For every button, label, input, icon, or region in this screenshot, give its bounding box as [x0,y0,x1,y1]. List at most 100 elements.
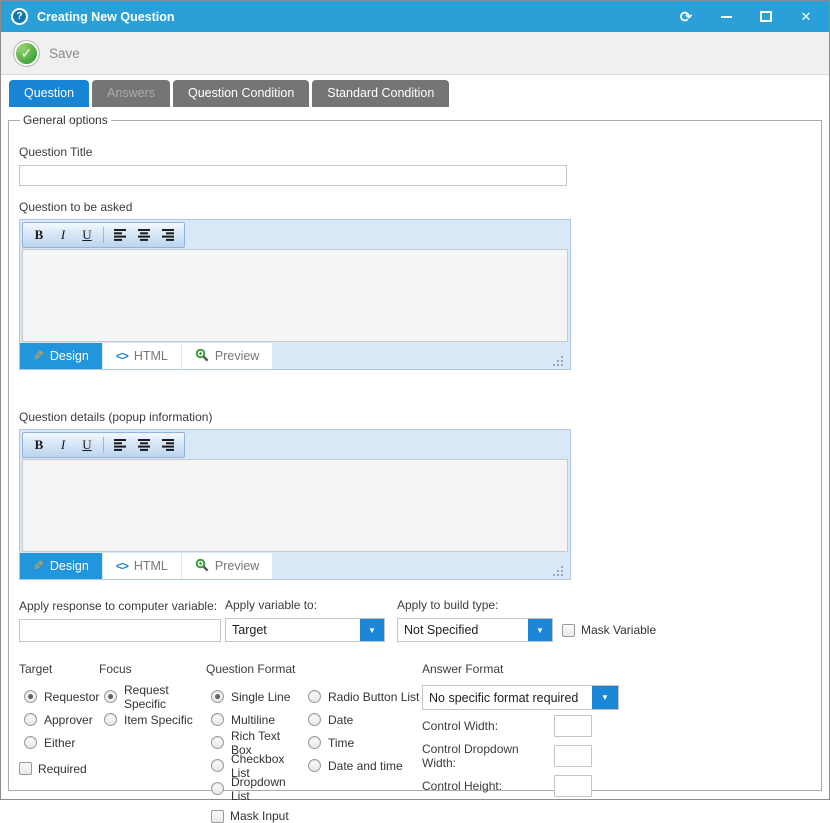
radio-approver[interactable]: Approver [24,708,99,731]
apply-variable-dropdown[interactable]: Target ▼ [225,618,385,642]
chevron-down-icon[interactable]: ▼ [528,619,552,641]
radio-time[interactable]: Time [308,731,422,754]
question-format-group: Question Format Single Line Multiline [206,662,422,823]
window-title: Creating New Question [37,10,175,24]
answer-format-label: Answer Format [422,662,811,676]
radio-icon [24,690,37,703]
details-editor-footer: ✎ Design <> HTML Preview [20,553,570,579]
underline-icon[interactable]: U [76,226,98,245]
align-center-icon[interactable] [133,226,155,245]
resize-grip[interactable] [553,355,564,366]
answer-format-dropdown[interactable]: No specific format required ▼ [422,685,619,710]
tab-standard-condition[interactable]: Standard Condition [312,80,449,107]
minimize-button[interactable] [713,6,739,28]
radio-dropdown-list[interactable]: Dropdown List [211,777,303,800]
align-right-icon[interactable] [157,226,179,245]
radio-date-and-time[interactable]: Date and time [308,754,422,777]
question-title-input[interactable] [19,165,567,186]
chevron-down-icon[interactable]: ▼ [592,686,618,709]
details-editor-toolbar: B I U [20,430,570,458]
radio-date[interactable]: Date [308,708,422,731]
apply-response-label: Apply response to computer variable: [19,599,221,613]
required-checkbox[interactable]: Required [19,760,99,777]
radio-single-line[interactable]: Single Line [211,685,303,708]
close-button[interactable]: ✕ [793,6,819,28]
maximize-icon [760,11,772,22]
resize-grip[interactable] [553,565,564,576]
align-center-icon[interactable] [133,436,155,455]
align-right-icon[interactable] [157,436,179,455]
question-editor-footer: ✎ Design <> HTML Preview [20,343,570,369]
mask-input-checkbox[interactable]: Mask Input [211,809,303,823]
focus-label: Focus [99,662,206,676]
control-width-input[interactable] [554,715,592,737]
titlebar: ? Creating New Question ⟳ ✕ [1,1,829,32]
radio-requestor[interactable]: Requestor [24,685,99,708]
radio-icon [308,713,321,726]
chevron-down-icon[interactable]: ▼ [360,619,384,641]
underline-icon[interactable]: U [76,436,98,455]
preview-tab[interactable]: Preview [182,553,272,579]
control-dropdown-width-label: Control Dropdown Width: [422,742,554,770]
preview-tab[interactable]: Preview [182,343,272,369]
radio-icon [211,690,224,703]
preview-magnifier-icon [195,558,209,575]
tab-question-condition[interactable]: Question Condition [173,80,309,107]
html-tab[interactable]: <> HTML [103,343,181,369]
save-button[interactable]: ✓ Save [13,40,80,67]
tab-answers[interactable]: Answers [92,80,170,107]
radio-item-specific[interactable]: Item Specific [104,708,206,731]
question-details-label: Question details (popup information) [19,410,811,424]
radio-icon [211,736,224,749]
question-editor-toolbar: B I U [20,220,570,248]
minimize-icon [721,16,732,18]
bold-icon[interactable]: B [28,226,50,245]
control-dropdown-width-input[interactable] [554,745,592,767]
radio-icon [308,736,321,749]
italic-icon[interactable]: I [52,226,74,245]
control-height-label: Control Height: [422,779,502,793]
main-panel: General options Question Title Question … [1,107,829,799]
general-options-legend: General options [20,113,111,127]
variable-row: Apply response to computer variable: App… [19,598,811,642]
question-title-label: Question Title [19,145,811,159]
pencil-icon: ✎ [33,348,44,364]
design-tab[interactable]: ✎ Design [20,553,102,579]
align-left-icon[interactable] [109,226,131,245]
html-code-icon: <> [116,559,128,573]
align-left-icon[interactable] [109,436,131,455]
radio-icon [24,713,37,726]
toolbar-separator [103,437,104,453]
maximize-button[interactable] [753,6,779,28]
radio-icon [104,713,117,726]
mask-variable-checkbox[interactable]: Mask Variable [562,623,656,637]
details-editor: B I U [19,429,571,580]
question-format-label: Question Format [206,662,422,676]
toolbar: ✓ Save [1,32,829,75]
radio-icon [211,782,224,795]
radio-either[interactable]: Either [24,731,99,754]
bold-icon[interactable]: B [28,436,50,455]
answer-format-group: Answer Format No specific format require… [422,662,811,823]
html-tab[interactable]: <> HTML [103,553,181,579]
toolbar-separator [103,227,104,243]
general-options-group: General options Question Title Question … [8,113,822,791]
italic-icon[interactable]: I [52,436,74,455]
apply-response-input[interactable] [19,619,221,642]
question-editor-content[interactable] [22,249,568,342]
preview-magnifier-icon [195,348,209,365]
options-section: Target Requestor Approver Either [19,662,811,823]
tab-question[interactable]: Question [9,80,89,107]
pencil-icon: ✎ [33,558,44,574]
dialog-window: ? Creating New Question ⟳ ✕ ✓ Save Quest… [0,0,830,800]
details-editor-content[interactable] [22,459,568,552]
design-tab[interactable]: ✎ Design [20,343,102,369]
control-height-input[interactable] [554,775,592,797]
refresh-icon[interactable]: ⟳ [673,6,699,28]
radio-radio-button-list[interactable]: Radio Button List [308,685,422,708]
checkbox-icon [211,810,224,823]
help-icon[interactable]: ? [11,8,28,25]
radio-request-specific[interactable]: Request Specific [104,685,206,708]
radio-icon [24,736,37,749]
apply-build-dropdown[interactable]: Not Specified ▼ [397,618,553,642]
